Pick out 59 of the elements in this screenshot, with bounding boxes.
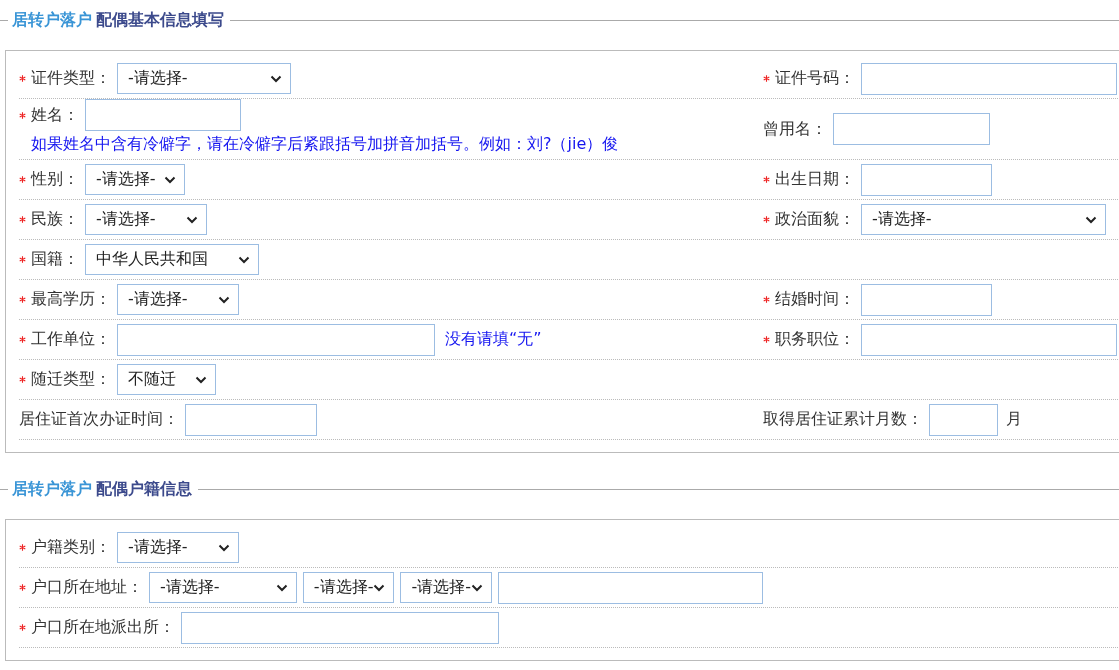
field-label: 职务职位： <box>775 329 855 350</box>
input-field[interactable] <box>929 403 998 436</box>
field-label: 取得居住证累计月数： <box>763 409 923 430</box>
chevron-down-icon <box>1085 215 1097 224</box>
input-field[interactable] <box>861 62 1117 95</box>
section-title: 配偶户籍信息 <box>96 478 192 498</box>
field-label: 随迁类型： <box>31 369 111 390</box>
field-label: 证件类型： <box>31 68 111 89</box>
hint-text: 没有请填“无” <box>445 329 542 350</box>
select-field[interactable]: -请选择- <box>85 164 185 195</box>
section-prefix: 居转户落户 <box>12 9 92 29</box>
chevron-down-icon <box>195 375 207 384</box>
chevron-down-icon <box>275 583 288 592</box>
field-label: 曾用名： <box>763 118 827 140</box>
field-label: 工作单位： <box>31 329 111 350</box>
field-label: 结婚时间： <box>775 289 855 310</box>
input-field[interactable] <box>117 323 435 356</box>
field-label: 出生日期： <box>775 169 855 190</box>
select-field[interactable]: -请选择- <box>117 284 239 315</box>
select-field[interactable]: 中华人民共和国 <box>85 244 259 275</box>
select-field[interactable]: -请选择- <box>85 204 207 235</box>
field-label: 国籍： <box>31 249 79 270</box>
input-field[interactable] <box>861 163 992 196</box>
chevron-down-icon <box>470 583 483 592</box>
field-label: 户籍类别： <box>31 537 111 558</box>
select-field[interactable]: -请选择- <box>861 204 1106 235</box>
field-label: 姓名： <box>31 104 79 126</box>
input-field[interactable] <box>861 323 1117 356</box>
input-field[interactable] <box>833 113 990 145</box>
chevron-down-icon <box>164 175 176 184</box>
chevron-down-icon <box>270 74 282 83</box>
input-field[interactable] <box>85 99 241 131</box>
chevron-down-icon <box>218 543 230 552</box>
chevron-down-icon <box>186 215 198 224</box>
chevron-down-icon <box>218 295 230 304</box>
select-field[interactable]: -请选择- <box>117 63 291 94</box>
select-field[interactable]: 不随迁 <box>117 364 216 395</box>
field-label: 证件号码： <box>775 68 855 89</box>
input-field[interactable] <box>497 571 763 604</box>
select-field[interactable]: -请选择- <box>400 572 492 603</box>
section-prefix: 居转户落户 <box>12 478 92 498</box>
field-label: 政治面貌： <box>775 209 855 230</box>
field-label: 户口所在地址： <box>31 577 143 598</box>
hint-text: 如果姓名中含有冷僻字，请在冷僻字后紧跟括号加拼音加括号。例如：刘?（jie）俊 <box>31 134 620 155</box>
field-label: 最高学历： <box>31 289 111 310</box>
field-label: 户口所在地派出所： <box>31 617 175 638</box>
field-label: 民族： <box>31 209 79 230</box>
input-field[interactable] <box>181 611 499 644</box>
select-field[interactable]: -请选择- <box>302 572 395 603</box>
input-field[interactable] <box>185 403 317 436</box>
unit-text: 月 <box>1006 409 1022 430</box>
field-label: 性别： <box>31 169 79 190</box>
input-field[interactable] <box>861 283 992 316</box>
select-field[interactable]: -请选择- <box>149 572 297 603</box>
field-label: 居住证首次办证时间： <box>19 409 179 430</box>
chevron-down-icon <box>373 583 386 592</box>
chevron-down-icon <box>238 255 250 264</box>
select-field[interactable]: -请选择- <box>117 532 239 563</box>
section-title: 配偶基本信息填写 <box>96 9 224 29</box>
